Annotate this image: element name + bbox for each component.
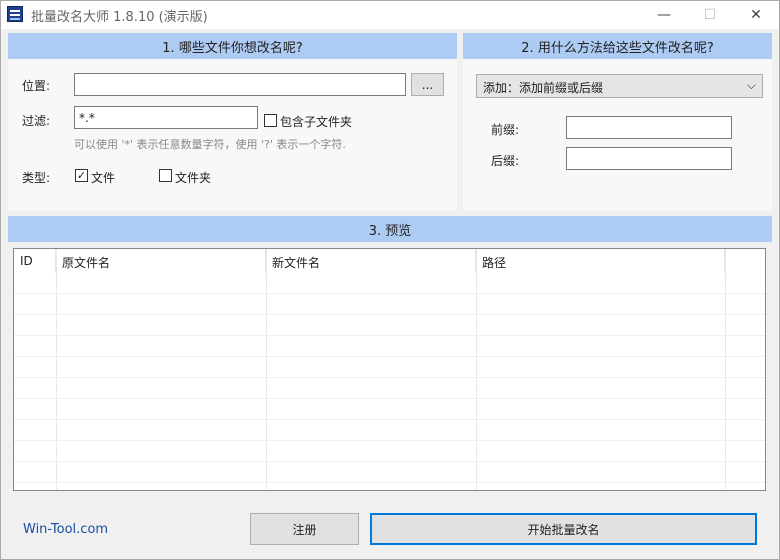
prefix-label: 前缀: (491, 123, 520, 137)
app-window: 批量改名大师 1.8.10 (演示版) — ☐ ✕ 1. 哪些文件你想改名呢? … (0, 0, 780, 560)
type-file-checkbox[interactable]: ✓ (75, 169, 88, 182)
column-header-original-name[interactable]: 原文件名 (56, 249, 266, 273)
empty-row (14, 273, 765, 294)
type-file-label: 文件 (91, 171, 116, 185)
suffix-input[interactable] (566, 147, 732, 170)
start-rename-button[interactable]: 开始批量改名 (370, 513, 757, 545)
rename-method-panel: 添加：添加前缀或后缀 ⌵ 前缀: 后缀: (463, 59, 772, 210)
maximize-button[interactable]: ☐ (687, 1, 733, 29)
checkmark-icon: ✓ (76, 169, 87, 182)
column-header-new-name[interactable]: 新文件名 (266, 249, 476, 273)
empty-row (14, 336, 765, 357)
window-title: 批量改名大师 1.8.10 (演示版) (31, 10, 208, 25)
register-button[interactable]: 注册 (250, 513, 359, 545)
type-folder-checkbox[interactable] (159, 169, 172, 182)
empty-row (14, 315, 765, 336)
location-input[interactable] (74, 73, 406, 96)
method-select-value: 添加：添加前缀或后缀 (483, 81, 604, 95)
type-label: 类型: (22, 171, 51, 185)
app-icon (7, 6, 23, 22)
preview-table[interactable]: ID 原文件名 新文件名 路径 (13, 248, 766, 491)
empty-row (14, 399, 765, 420)
website-link[interactable]: Win-Tool.com (23, 522, 108, 537)
file-selection-panel: 位置: ... 过滤: 包含子文件夹 可以使用 '*' 表示任意数量字符，使用 … (8, 59, 457, 210)
column-header-path[interactable]: 路径 (476, 249, 725, 273)
suffix-label: 后缀: (491, 154, 520, 168)
title-bar: 批量改名大师 1.8.10 (演示版) — ☐ ✕ (1, 1, 779, 29)
location-label: 位置: (22, 79, 51, 93)
method-select[interactable]: 添加：添加前缀或后缀 ⌵ (476, 74, 763, 98)
empty-row (14, 357, 765, 378)
empty-row (14, 294, 765, 315)
section2-header: 2. 用什么方法给这些文件改名呢? (463, 33, 772, 59)
filter-input[interactable] (74, 106, 258, 129)
filter-label: 过滤: (22, 114, 51, 128)
client-area: 1. 哪些文件你想改名呢? 位置: ... 过滤: 包含子文件夹 可以使用 '*… (1, 29, 779, 559)
empty-row (14, 462, 765, 483)
empty-row (14, 420, 765, 441)
empty-row (14, 441, 765, 462)
table-header: ID 原文件名 新文件名 路径 (14, 249, 765, 273)
include-subfolders-checkbox[interactable] (264, 114, 277, 127)
column-header-id[interactable]: ID (14, 249, 56, 273)
section3-header: 3. 预览 (8, 216, 772, 242)
minimize-button[interactable]: — (641, 1, 687, 29)
section1-header: 1. 哪些文件你想改名呢? (8, 33, 457, 59)
empty-row (14, 378, 765, 399)
type-folder-label: 文件夹 (175, 171, 212, 185)
close-button[interactable]: ✕ (733, 1, 779, 29)
chevron-down-icon: ⌵ (746, 78, 756, 92)
filter-hint: 可以使用 '*' 表示任意数量字符，使用 '?' 表示一个字符. (74, 138, 346, 151)
browse-button[interactable]: ... (411, 73, 444, 96)
prefix-input[interactable] (566, 116, 732, 139)
include-subfolders-label: 包含子文件夹 (280, 115, 353, 129)
